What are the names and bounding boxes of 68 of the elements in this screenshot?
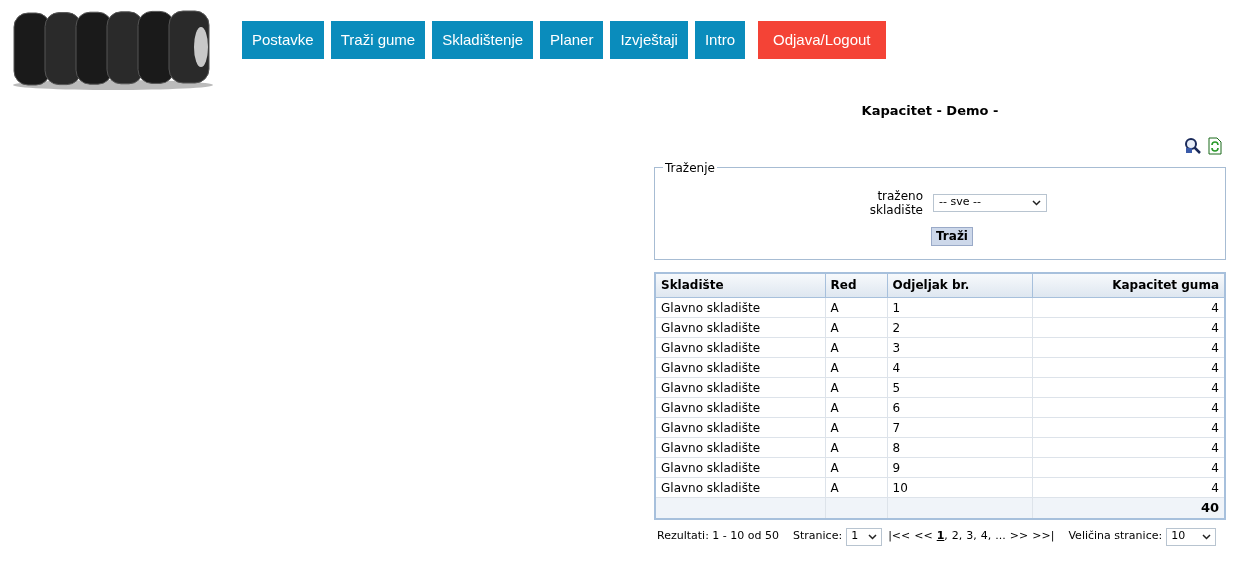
page-link[interactable]: 4 bbox=[980, 528, 988, 545]
table-cell: 4 bbox=[1032, 437, 1225, 458]
page-link[interactable]: 2 bbox=[951, 528, 959, 545]
next-page-link[interactable]: >> bbox=[1009, 528, 1029, 545]
page-size-label: Veličina stranice: bbox=[1068, 528, 1163, 545]
table-cell: 7 bbox=[887, 417, 1032, 438]
table-cell: Glavno skladište bbox=[655, 417, 825, 438]
table-cell: Glavno skladište bbox=[655, 357, 825, 378]
table-cell: Glavno skladište bbox=[655, 377, 825, 398]
table-cell: A bbox=[825, 417, 887, 438]
page-link[interactable]: ... bbox=[995, 528, 1006, 545]
table-cell: 6 bbox=[887, 397, 1032, 418]
separator-text: , bbox=[958, 528, 963, 545]
column-header[interactable]: Skladište bbox=[655, 272, 825, 298]
column-header[interactable]: Odjeljak br. bbox=[887, 272, 1032, 298]
nav-button[interactable]: Skladištenje bbox=[432, 21, 534, 59]
table-cell: A bbox=[825, 457, 887, 478]
page-select[interactable]: 1 bbox=[846, 527, 883, 546]
table-cell: 4 bbox=[1032, 337, 1225, 358]
results-text: Rezultati: 1 - 10 od 50 bbox=[657, 528, 779, 545]
table-cell: Glavno skladište bbox=[655, 397, 825, 418]
nav-button[interactable]: Odjava/Logout bbox=[757, 21, 886, 59]
page-size-select[interactable]: 10 bbox=[1166, 527, 1217, 546]
table-cell: A bbox=[825, 397, 887, 418]
table-cell: A bbox=[825, 317, 887, 338]
table-cell: 8 bbox=[887, 437, 1032, 458]
table-cell: 4 bbox=[1032, 357, 1225, 378]
table-cell: Glavno skladište bbox=[655, 437, 825, 458]
search-legend: Traženje bbox=[663, 158, 717, 177]
table-cell: 1 bbox=[887, 297, 1032, 318]
table-cell: A bbox=[825, 357, 887, 378]
nav-button[interactable]: Traži gume bbox=[330, 21, 426, 59]
table-cell: 9 bbox=[887, 457, 1032, 478]
previous-page-link[interactable]: << bbox=[914, 528, 933, 545]
table-cell: A bbox=[825, 337, 887, 358]
table-cell: 4 bbox=[887, 357, 1032, 378]
table-cell: 4 bbox=[1032, 297, 1225, 318]
last-page-link[interactable]: >>| bbox=[1032, 528, 1055, 545]
nav-button[interactable]: Planer bbox=[540, 21, 604, 59]
table-cell: 5 bbox=[887, 377, 1032, 398]
table-cell: Glavno skladište bbox=[655, 337, 825, 358]
total-cell: 40 bbox=[1032, 497, 1225, 519]
table-cell: 4 bbox=[1032, 397, 1225, 418]
page-title: Kapacitet - Demo - bbox=[860, 102, 1000, 120]
table-cell: A bbox=[825, 437, 887, 458]
nav-button[interactable]: Intro bbox=[694, 21, 745, 59]
nav-button[interactable]: Izvještaji bbox=[610, 21, 688, 59]
table-cell: 4 bbox=[1032, 417, 1225, 438]
field-label: traženo skladište bbox=[868, 188, 923, 217]
table-cell: A bbox=[825, 377, 887, 398]
separator-text: , bbox=[987, 528, 992, 545]
table-cell: Glavno skladište bbox=[655, 317, 825, 338]
separator-text: , bbox=[944, 528, 948, 545]
table-cell: Glavno skladište bbox=[655, 297, 825, 318]
table-cell: 3 bbox=[887, 337, 1032, 358]
column-header[interactable]: Red bbox=[825, 272, 887, 298]
search-button[interactable]: Traži bbox=[931, 226, 973, 246]
warehouse-select[interactable]: -- sve -- bbox=[933, 193, 1047, 212]
nav-button[interactable]: Postavke bbox=[242, 21, 324, 59]
table-cell: 4 bbox=[1032, 457, 1225, 478]
table-cell: A bbox=[825, 297, 887, 318]
table-cell: 4 bbox=[1032, 317, 1225, 338]
separator-text: , bbox=[973, 528, 977, 545]
table-cell: 4 bbox=[1032, 377, 1225, 398]
first-page-link[interactable]: |<< bbox=[888, 528, 911, 545]
pages-label: Stranice: bbox=[793, 528, 843, 545]
table-cell: 2 bbox=[887, 317, 1032, 338]
table-cell: Glavno skladište bbox=[655, 457, 825, 478]
